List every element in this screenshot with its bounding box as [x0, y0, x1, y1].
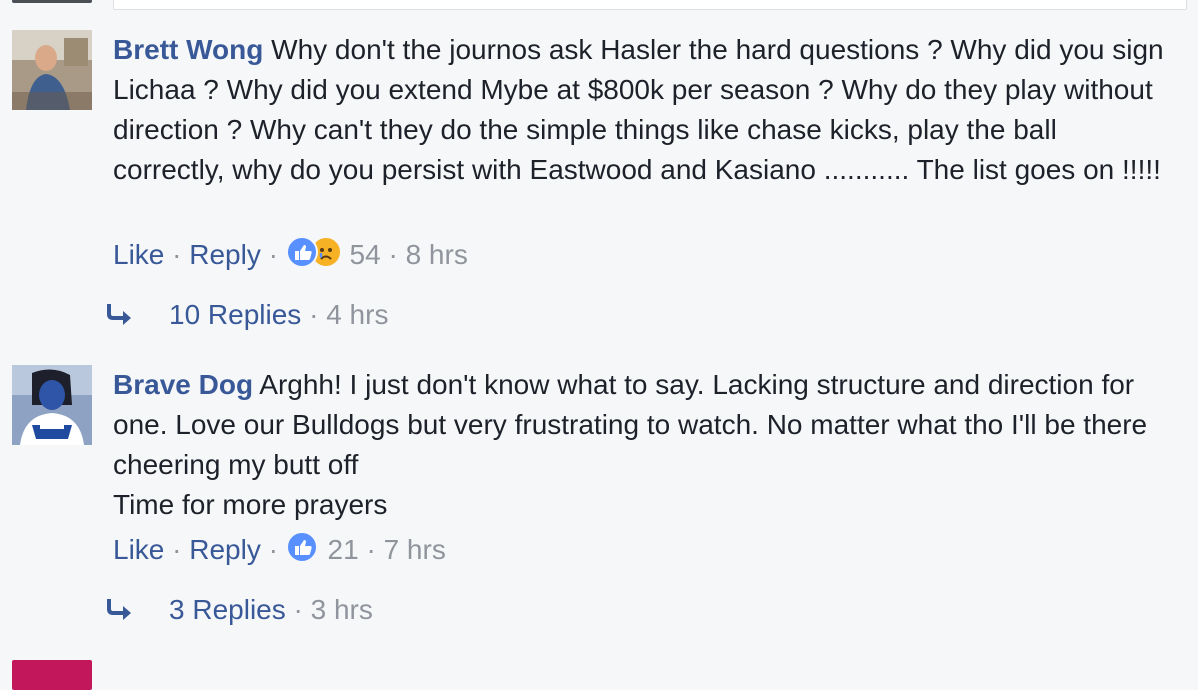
reaction-icons[interactable]: [285, 236, 342, 270]
reaction-count[interactable]: 54: [350, 239, 381, 270]
comment-author-link[interactable]: Brett Wong: [113, 34, 263, 65]
comment-input-box[interactable]: [113, 0, 1187, 10]
thumbs-up-icon: [285, 531, 318, 563]
comment-actions: Like · Reply · 21 · 7 hrs: [113, 530, 446, 570]
avatar-brett-wong[interactable]: [12, 30, 92, 110]
replies-timestamp: 4 hrs: [326, 299, 389, 330]
comment-author-link[interactable]: Brave Dog: [113, 369, 253, 400]
next-comment-avatar[interactable]: [12, 660, 92, 690]
separator: ·: [358, 534, 384, 565]
reply-link[interactable]: Reply: [189, 534, 261, 565]
avatar-brave-dog[interactable]: [12, 365, 92, 445]
comment-text: Why don't the journos ask Hasler the har…: [113, 34, 1164, 185]
like-link[interactable]: Like: [113, 534, 164, 565]
thumbs-up-icon: [285, 236, 318, 268]
view-replies-row[interactable]: 10 Replies · 4 hrs: [105, 295, 388, 335]
previous-avatar: [12, 0, 92, 3]
view-replies-link[interactable]: 3 Replies: [169, 594, 286, 625]
comment-actions: Like · Reply · 54 · 8 hrs: [113, 235, 468, 275]
view-replies-row[interactable]: 3 Replies · 3 hrs: [105, 590, 373, 630]
comment-text: Arghh! I just don't know what to say. La…: [113, 369, 1148, 480]
comment-timestamp[interactable]: 7 hrs: [384, 534, 446, 565]
view-replies-link[interactable]: 10 Replies: [169, 299, 301, 330]
separator: ·: [301, 299, 327, 330]
separator: ·: [260, 534, 286, 565]
comment-timestamp[interactable]: 8 hrs: [406, 239, 468, 270]
reaction-count[interactable]: 21: [328, 534, 359, 565]
comment-body: Brett Wong Why don't the journos ask Has…: [113, 30, 1173, 190]
separator: ·: [260, 239, 286, 270]
reply-arrow-icon: [107, 599, 131, 620]
separator: ·: [164, 534, 190, 565]
reaction-icons[interactable]: [285, 531, 320, 565]
replies-timestamp: 3 hrs: [310, 594, 373, 625]
reply-arrow-icon: [107, 304, 131, 325]
separator: ·: [164, 239, 190, 270]
reply-link[interactable]: Reply: [189, 239, 261, 270]
like-link[interactable]: Like: [113, 239, 164, 270]
comment-text-line: Time for more prayers: [113, 489, 388, 520]
comment-body: Brave Dog Arghh! I just don't know what …: [113, 365, 1173, 525]
separator: ·: [380, 239, 406, 270]
separator: ·: [285, 594, 311, 625]
